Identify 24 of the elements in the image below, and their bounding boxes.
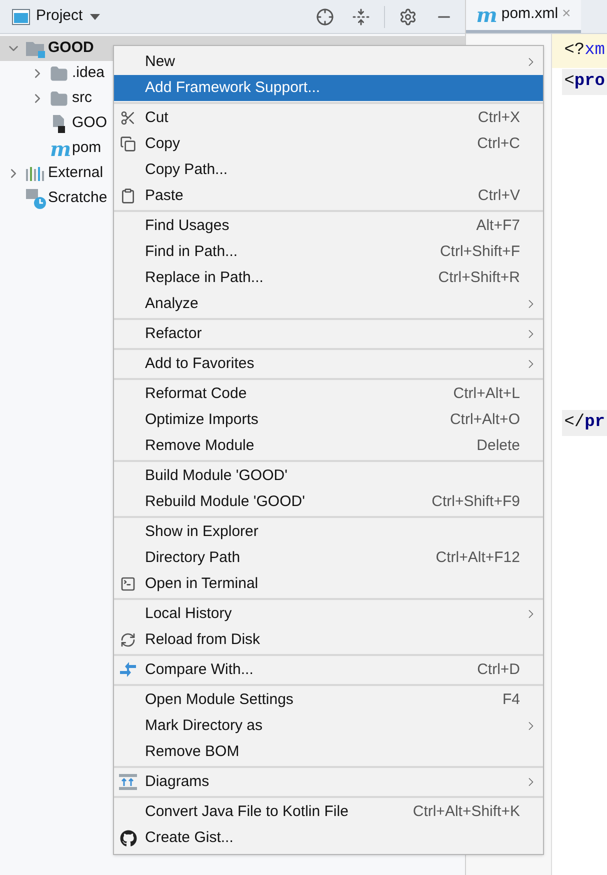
tree-label: .idea <box>72 63 105 84</box>
shortcut-label: Ctrl+Shift+F <box>440 242 520 262</box>
shortcut-label: Alt+F7 <box>476 216 520 236</box>
maven-icon: m <box>476 4 498 24</box>
shortcut-label: Ctrl+Alt+Shift+K <box>412 802 520 822</box>
tree-label: GOOD <box>48 38 94 58</box>
tree-label: Scratche <box>48 188 108 208</box>
tree-label: src <box>72 88 92 108</box>
code-line: <?xm <box>563 40 606 62</box>
shortcut-label: Ctrl+Alt+F12 <box>436 548 520 568</box>
shortcut-label: Ctrl+X <box>478 108 520 128</box>
shortcut-label: Ctrl+Shift+R <box>438 268 520 288</box>
shortcut-label: Ctrl+C <box>477 134 520 154</box>
shortcut-label: Delete <box>476 436 520 456</box>
shortcut-label: F4 <box>502 690 520 710</box>
maven-icon: m <box>50 138 68 158</box>
shortcut-label: Ctrl+Alt+O <box>450 410 520 430</box>
tree-label: External <box>48 163 104 184</box>
shortcut-label: Ctrl+Shift+F9 <box>432 492 520 512</box>
shortcut-label: Ctrl+D <box>477 660 520 680</box>
shortcut-label: Ctrl+Alt+L <box>453 384 520 404</box>
shortcut-label: Ctrl+V <box>478 186 520 206</box>
tree-label: GOO <box>72 113 108 134</box>
tree-label: pom <box>72 138 102 158</box>
